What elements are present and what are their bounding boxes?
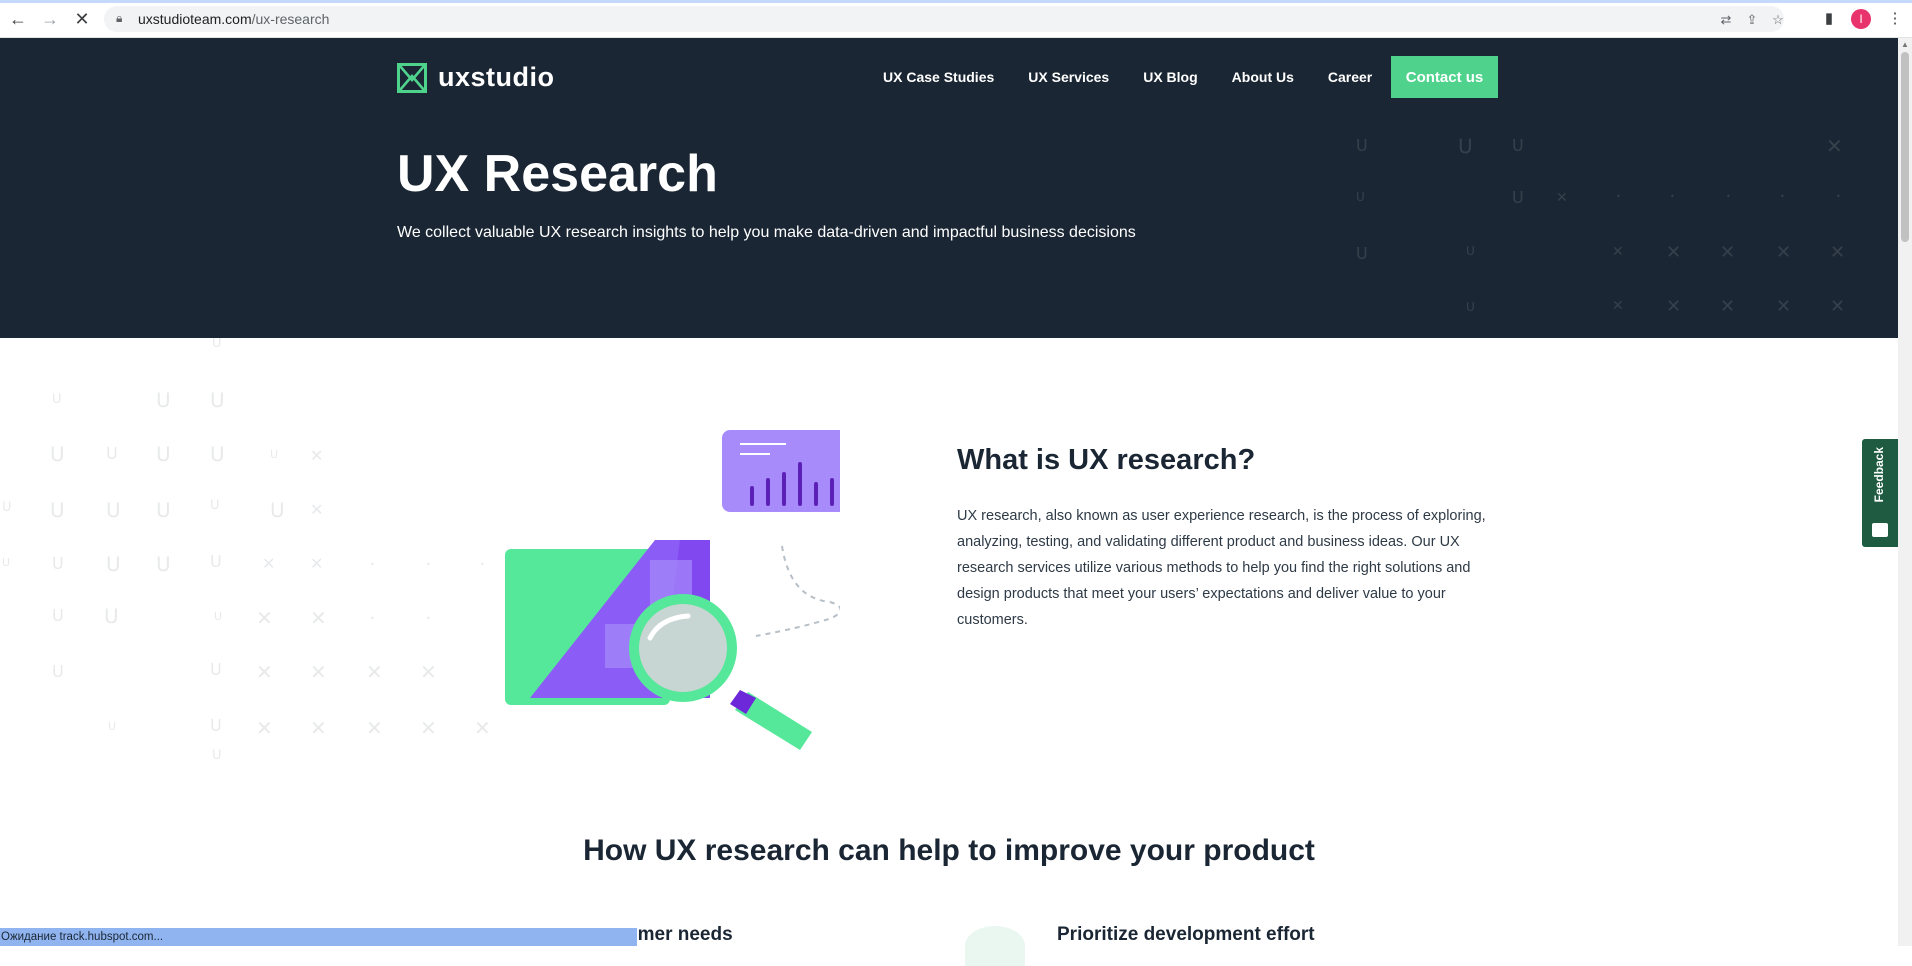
hero-section: uxstudio UX Case Studies UX Services UX … [0, 38, 1898, 338]
scrollbar-thumb[interactable] [1901, 52, 1909, 242]
nav-career[interactable]: Career [1328, 69, 1372, 85]
page-load-progress [0, 0, 1912, 3]
stop-loading-icon[interactable]: ✕ [70, 7, 94, 31]
chart-card-shape [722, 430, 840, 512]
how-ux-research-helps-heading: How UX research can help to improve your… [583, 834, 1315, 867]
what-is-ux-research-body: UX research, also known as user experien… [957, 508, 1486, 628]
research-illustration [505, 430, 840, 750]
logo-text: uxstudio [438, 62, 555, 92]
browser-toolbar: ← → ✕ 🔒︎ uxstudioteam.com/ux-research ⇄ … [0, 0, 1912, 38]
nav-about-us[interactable]: About Us [1232, 69, 1294, 85]
contact-us-button[interactable]: Contact us [1391, 56, 1498, 98]
benefit-title-prioritize: Prioritize development effort [1057, 924, 1315, 945]
nav-ux-blog[interactable]: UX Blog [1143, 69, 1197, 85]
main-nav: UX Case Studies UX Services UX Blog Abou… [883, 69, 1406, 85]
nav-ux-services[interactable]: UX Services [1028, 69, 1109, 85]
feedback-chat-icon [1872, 523, 1888, 537]
page-scrollbar[interactable]: ▲ [1898, 38, 1912, 946]
uxstudio-logo-icon [397, 62, 427, 93]
profile-avatar[interactable]: I [1851, 9, 1871, 29]
back-icon[interactable]: ← [6, 7, 30, 31]
address-bar[interactable]: 🔒︎ uxstudioteam.com/ux-research ⇄ ⇪ ☆ [104, 6, 1784, 32]
url-path: /ux-research [251, 11, 330, 27]
nav-ux-case-studies[interactable]: UX Case Studies [883, 69, 994, 85]
scroll-up-arrow-icon[interactable]: ▲ [1901, 41, 1909, 49]
feedback-tab[interactable]: Feedback [1862, 439, 1898, 547]
share-icon[interactable]: ⇪ [1744, 12, 1760, 28]
feedback-label: Feedback [1872, 447, 1886, 503]
what-is-ux-research-heading: What is UX research? [957, 444, 1256, 476]
page-title: UX Research [397, 145, 718, 203]
menu-kebab-icon[interactable]: ⋮ [1884, 8, 1906, 30]
bookmark-star-icon[interactable]: ☆ [1770, 12, 1786, 28]
site-logo[interactable]: uxstudio [397, 62, 555, 93]
browser-status-bar: Ожидание track.hubspot.com... [0, 928, 637, 946]
hero-subtitle: We collect valuable UX research insights… [397, 224, 1136, 241]
lock-icon: 🔒︎ [116, 11, 123, 25]
url-domain: uxstudioteam.com [138, 11, 252, 27]
translate-icon[interactable]: ⇄ [1718, 12, 1734, 28]
benefit-title-customer-needs: omer needs [626, 924, 733, 945]
side-panel-icon[interactable]: ▮ [1818, 8, 1840, 30]
benefit-icon [965, 926, 1025, 966]
url-text[interactable]: uxstudioteam.com/ux-research [138, 11, 329, 27]
forward-icon[interactable]: → [38, 7, 62, 31]
